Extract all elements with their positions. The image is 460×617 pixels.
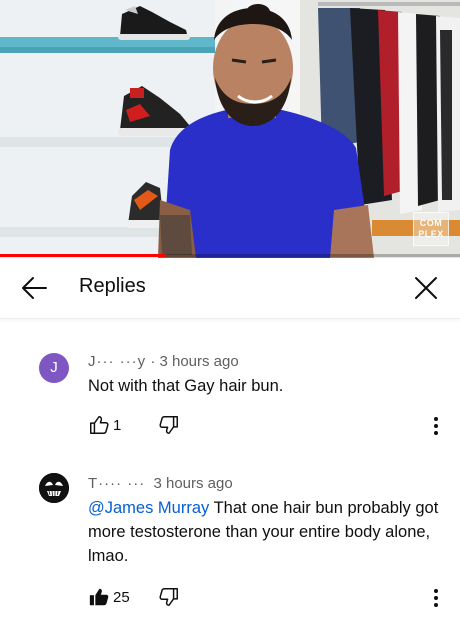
- comment-time: 3 hours ago: [159, 353, 239, 370]
- thumbs-down-outline-icon: [159, 416, 178, 434]
- video-player[interactable]: COM PLEX: [0, 0, 460, 258]
- replies-header: Replies: [0, 258, 460, 319]
- arrow-left-icon: [22, 277, 47, 299]
- more-options-button[interactable]: [426, 586, 446, 610]
- comment-actions: 25: [88, 586, 448, 610]
- dislike-button[interactable]: [158, 414, 180, 436]
- more-options-button[interactable]: [426, 414, 446, 438]
- close-icon: [415, 277, 437, 299]
- page-title: Replies: [79, 275, 146, 297]
- video-progress-fill: [0, 254, 166, 257]
- like-button[interactable]: [88, 414, 110, 436]
- comment-text: @James Murray That one hair bun probably…: [88, 496, 440, 568]
- comment-text: Not with that Gay hair bun.: [88, 377, 284, 395]
- comment-author[interactable]: T···· ···: [88, 475, 145, 492]
- like-count: 25: [113, 589, 130, 606]
- comment-author[interactable]: J··· ···y: [88, 353, 146, 370]
- venom-avatar-icon: [39, 473, 69, 503]
- more-vertical-icon: [434, 589, 438, 607]
- comment-time: 3 hours ago: [153, 475, 233, 492]
- like-count: 1: [113, 417, 122, 434]
- dislike-button[interactable]: [158, 586, 180, 608]
- like-button[interactable]: [88, 586, 110, 608]
- thumbs-down-outline-icon: [159, 588, 178, 606]
- avatar-letter: J: [50, 359, 58, 376]
- back-button[interactable]: [18, 274, 50, 302]
- video-frame: [0, 0, 460, 258]
- comment-meta: T···· ··· 3 hours ago: [88, 475, 233, 492]
- comment-meta: J··· ···y · 3 hours ago: [88, 353, 239, 370]
- thumbs-up-outline-icon: [90, 416, 109, 434]
- user-mention[interactable]: @James Murray: [88, 499, 209, 517]
- video-progress-bar[interactable]: [0, 254, 460, 257]
- comment-actions: 1: [88, 414, 448, 438]
- complex-watermark: COM PLEX: [413, 212, 449, 246]
- meta-separator: ·: [150, 353, 156, 370]
- close-button[interactable]: [410, 272, 442, 304]
- avatar[interactable]: [39, 473, 69, 503]
- thumbs-up-filled-icon: [89, 588, 109, 606]
- more-vertical-icon: [434, 417, 438, 435]
- avatar[interactable]: J: [39, 353, 69, 383]
